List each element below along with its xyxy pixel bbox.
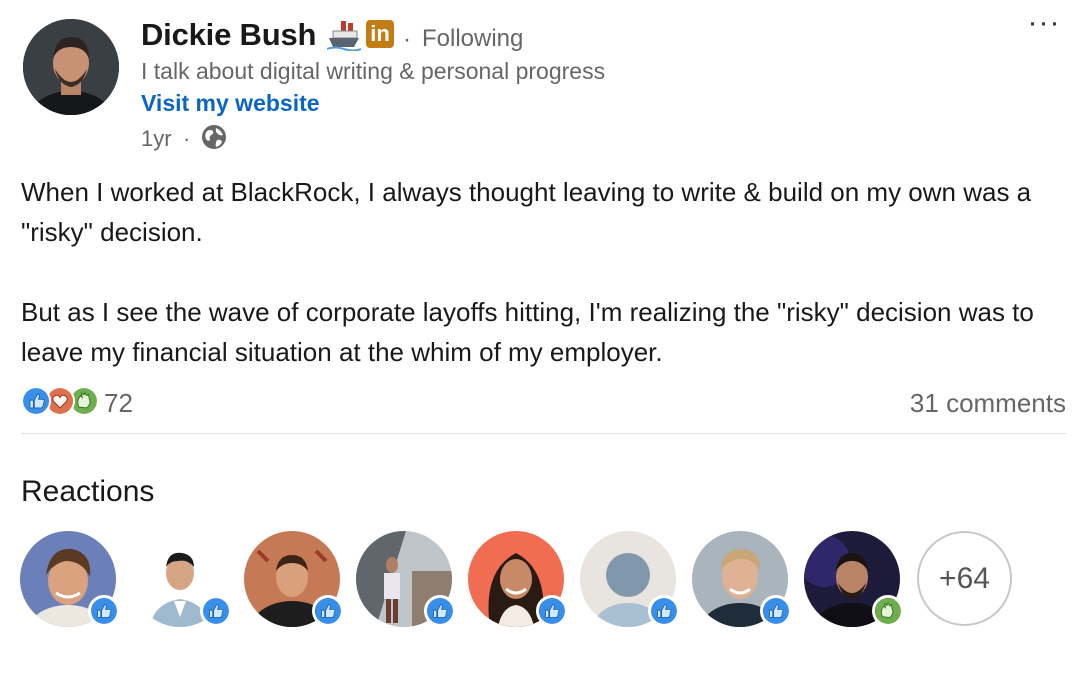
author-headline: I talk about digital writing & personal … (141, 58, 606, 84)
more-options-icon[interactable]: ··· (1024, 8, 1064, 44)
post-body: When I worked at BlackRock, I always tho… (21, 172, 1071, 372)
like-icon (424, 595, 456, 627)
following-status[interactable]: Following (422, 25, 523, 53)
reactor-avatar[interactable] (20, 531, 120, 627)
ship-icon (327, 21, 361, 51)
reactor-avatar[interactable] (692, 531, 792, 627)
more-reactors-button[interactable]: +64 (917, 531, 1012, 626)
linkedin-in-icon: in (366, 20, 394, 48)
separator-dot: · (183, 126, 191, 151)
like-icon (648, 595, 680, 627)
reactor-avatar[interactable] (468, 531, 568, 627)
author-name[interactable]: Dickie Bush (141, 17, 316, 53)
like-icon (760, 595, 792, 627)
like-icon (200, 595, 232, 627)
reaction-count[interactable]: 72 (104, 388, 133, 419)
post-timestamp: 1yr (141, 126, 172, 151)
reaction-summary-icons[interactable] (21, 386, 101, 418)
reactor-avatar[interactable] (132, 531, 232, 627)
like-icon (536, 595, 568, 627)
visit-website-link[interactable]: Visit my website (141, 90, 320, 117)
reactor-avatar[interactable] (804, 531, 904, 627)
author-avatar[interactable] (23, 19, 119, 115)
reactor-avatar[interactable] (580, 531, 680, 627)
reactions-heading: Reactions (21, 475, 155, 508)
divider (21, 433, 1066, 434)
comments-count[interactable]: 31 comments (910, 388, 1066, 419)
like-icon (312, 595, 344, 627)
like-icon (88, 595, 120, 627)
feed-post: Dickie Bush in · Following ··· I talk ab… (0, 0, 1090, 674)
globe-icon (202, 125, 226, 149)
like-icon (21, 386, 51, 416)
separator-dot: · (403, 26, 411, 53)
celebrate-icon (872, 595, 904, 627)
post-paragraph: But as I see the wave of corporate layof… (21, 297, 1034, 367)
reactor-avatar[interactable] (356, 531, 456, 627)
reactor-avatar[interactable] (244, 531, 344, 627)
post-paragraph: When I worked at BlackRock, I always tho… (21, 177, 1032, 247)
